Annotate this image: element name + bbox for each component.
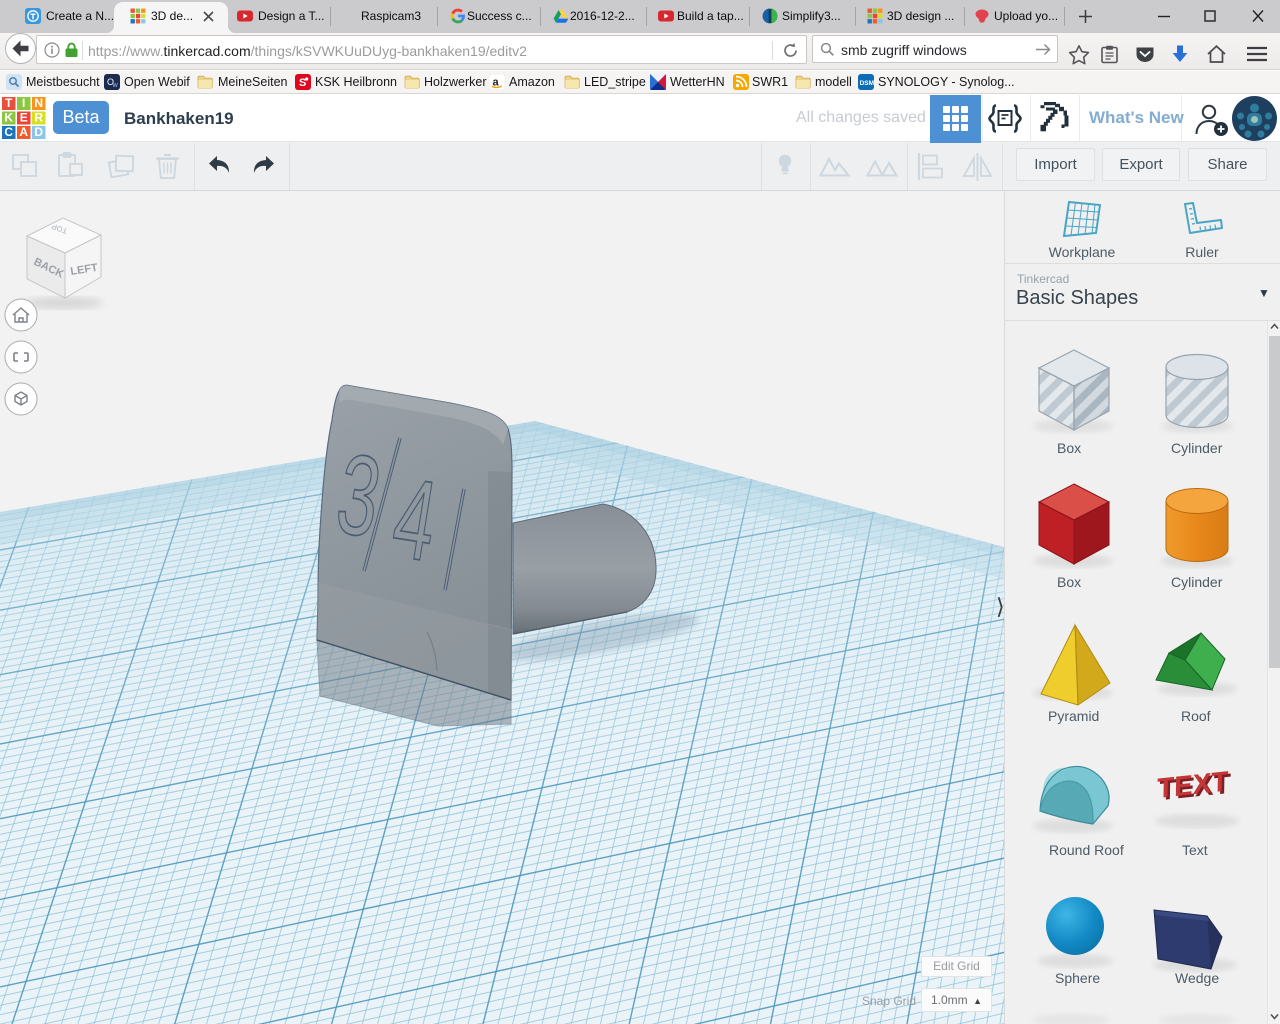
svg-text:Cylinder: Cylinder: [1171, 440, 1223, 456]
svg-text:Box: Box: [1057, 440, 1081, 456]
svg-text:Wedge: Wedge: [1175, 970, 1219, 986]
svg-text:E: E: [20, 111, 28, 125]
svg-text:I: I: [22, 97, 25, 110]
svg-text:T: T: [5, 97, 13, 110]
svg-text:K: K: [4, 111, 13, 125]
svg-text:R: R: [34, 111, 43, 125]
svg-text:Roof: Roof: [1181, 708, 1211, 724]
svg-text:Sphere: Sphere: [1055, 970, 1100, 986]
svg-text:D: D: [34, 125, 43, 139]
svg-text:Cylinder: Cylinder: [1171, 574, 1223, 590]
svg-text:Text: Text: [1182, 842, 1208, 858]
svg-text:N: N: [34, 97, 43, 110]
svg-text:C: C: [4, 125, 13, 139]
svg-text:DSM: DSM: [860, 80, 874, 87]
svg-text:Pyramid: Pyramid: [1048, 708, 1099, 724]
svg-text:w: w: [112, 82, 119, 89]
svg-text:A: A: [19, 125, 28, 139]
svg-text:Box: Box: [1057, 574, 1081, 590]
svg-text:Round Roof: Round Roof: [1049, 842, 1124, 858]
